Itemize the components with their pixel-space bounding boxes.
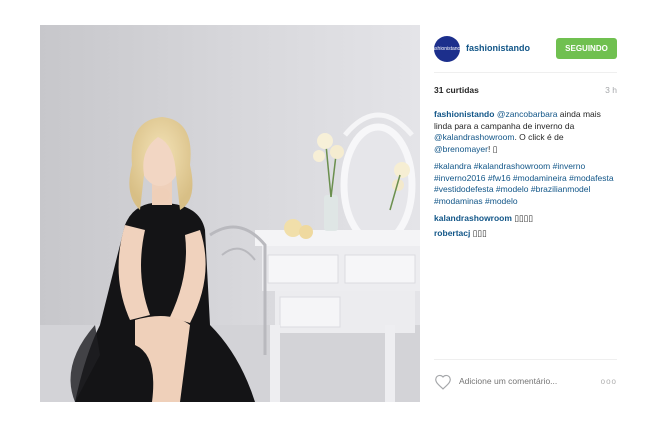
comment-input[interactable]: [459, 374, 589, 388]
post-header: fashionistando fashionistando SEGUINDO: [434, 36, 617, 62]
post-photo[interactable]: [40, 25, 420, 402]
caption-text: . O click é de: [514, 132, 564, 142]
comment-text: ▯▯▯: [472, 227, 487, 238]
comment-text: ▯▯▯▯: [514, 213, 534, 223]
divider: [434, 359, 617, 360]
post-footer: ooo: [434, 367, 617, 393]
post-details-panel: fashionistando fashionistando SEGUINDO 3…: [420, 25, 629, 402]
caption-author-link[interactable]: fashionistando: [434, 109, 494, 119]
heart-icon[interactable]: [434, 374, 452, 395]
comment-author-link[interactable]: robertacj: [434, 228, 470, 238]
comment-author-link[interactable]: kalandrashowroom: [434, 213, 512, 223]
divider: [434, 72, 617, 73]
comments-list: fashionistando @zancobarbara ainda mais …: [434, 109, 619, 245]
mention-link[interactable]: @kalandrashowroom: [434, 132, 514, 142]
post-time[interactable]: 3 h: [605, 85, 617, 95]
caption: fashionistando @zancobarbara ainda mais …: [434, 109, 619, 155]
likes-count[interactable]: 31 curtidas: [434, 85, 479, 95]
more-options-icon[interactable]: ooo: [601, 377, 617, 386]
avatar[interactable]: fashionistando: [434, 36, 460, 62]
mention-link[interactable]: @brenomayer: [434, 144, 488, 154]
avatar-logo-text: fashionistando: [434, 45, 460, 52]
comment-item: kalandrashowroom ▯▯▯▯: [434, 213, 619, 225]
hashtag-links[interactable]: #kalandra #kalandrashowroom #inverno #in…: [434, 161, 614, 206]
comment-item: robertacj ▯▯▯: [434, 228, 619, 240]
following-button[interactable]: SEGUINDO: [556, 38, 617, 59]
mention-link[interactable]: @zancobarbara: [497, 109, 558, 119]
photo-illustration: [40, 25, 420, 402]
hashtags: #kalandra #kalandrashowroom #inverno #in…: [434, 161, 619, 207]
username-link[interactable]: fashionistando: [466, 43, 530, 53]
instagram-post: fashionistando fashionistando SEGUINDO 3…: [40, 25, 629, 402]
caption-text: ! ▯: [487, 143, 498, 154]
